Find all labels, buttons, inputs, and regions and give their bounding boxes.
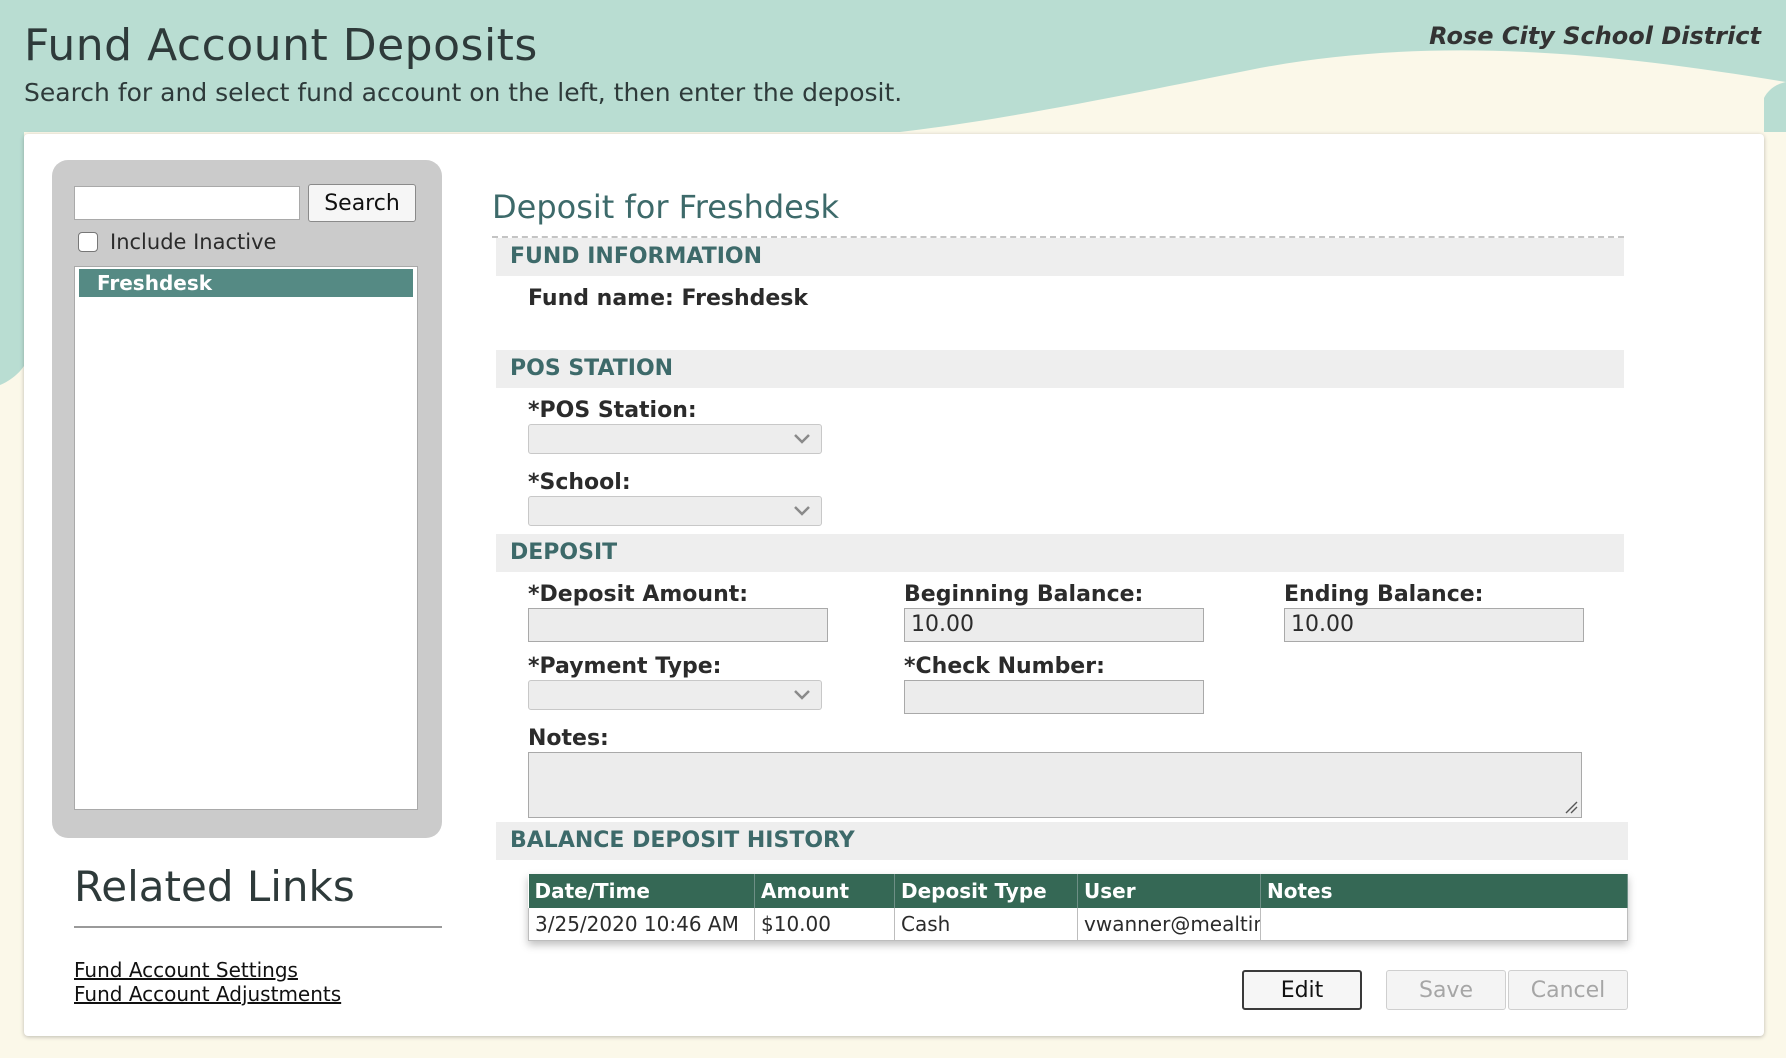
page-title: Fund Account Deposits [24, 20, 538, 71]
chevron-down-icon [794, 506, 810, 516]
page-subtitle: Search for and select fund account on th… [24, 78, 903, 107]
check-number-label: *Check Number: [904, 654, 1105, 679]
deposit-history-table: Date/Time Amount Deposit Type User Notes… [528, 874, 1628, 941]
deposit-amount-input[interactable] [528, 608, 828, 642]
district-name: Rose City School District [1429, 22, 1761, 50]
main-panel: Search Include Inactive Freshdesk Relate… [24, 134, 1764, 1036]
cell-user: vwanner@mealtim [1077, 908, 1261, 941]
fund-list[interactable]: Freshdesk [74, 266, 418, 810]
fund-name-label: Fund name: Freshdesk [528, 286, 809, 311]
notes-label: Notes: [528, 726, 609, 751]
fund-account-adjustments-link[interactable]: Fund Account Adjustments [74, 982, 341, 1006]
fund-information-header: FUND INFORMATION [496, 238, 1624, 276]
pos-station-select[interactable] [528, 424, 822, 454]
include-inactive-checkbox[interactable] [78, 232, 98, 252]
table-header-row: Date/Time Amount Deposit Type User Notes [528, 874, 1628, 908]
fund-account-settings-link[interactable]: Fund Account Settings [74, 958, 298, 982]
column-header-user[interactable]: User [1077, 874, 1261, 908]
payment-type-select[interactable] [528, 680, 822, 710]
beginning-balance-label: Beginning Balance: [904, 582, 1144, 607]
related-links-divider [74, 926, 442, 928]
fund-search-panel: Search Include Inactive Freshdesk [52, 160, 442, 838]
column-header-datetime[interactable]: Date/Time [528, 874, 755, 908]
column-header-amount[interactable]: Amount [754, 874, 895, 908]
resize-grip-icon[interactable] [1564, 800, 1578, 814]
pos-station-label: *POS Station: [528, 398, 697, 423]
chevron-down-icon [794, 690, 810, 700]
edit-button[interactable]: Edit [1242, 970, 1362, 1010]
search-input[interactable] [74, 186, 300, 220]
deposit-amount-label: *Deposit Amount: [528, 582, 749, 607]
chevron-down-icon [794, 434, 810, 444]
include-inactive-row[interactable]: Include Inactive [78, 230, 276, 254]
beginning-balance-field: 10.00 [904, 608, 1204, 642]
search-button[interactable]: Search [308, 184, 416, 222]
school-label: *School: [528, 470, 631, 495]
balance-deposit-history-header: BALANCE DEPOSIT HISTORY [496, 822, 1628, 860]
include-inactive-label: Include Inactive [110, 230, 277, 254]
school-select[interactable] [528, 496, 822, 526]
deposit-header: DEPOSIT [496, 534, 1624, 572]
cell-amount: $10.00 [754, 908, 895, 941]
notes-textarea[interactable] [528, 752, 1582, 818]
ending-balance-label: Ending Balance: [1284, 582, 1484, 607]
deposit-title: Deposit for Freshdesk [492, 188, 840, 226]
related-links-title: Related Links [74, 862, 355, 911]
column-header-deposit-type[interactable]: Deposit Type [894, 874, 1078, 908]
save-button[interactable]: Save [1386, 970, 1506, 1010]
list-item-freshdesk[interactable]: Freshdesk [79, 269, 413, 297]
column-header-notes[interactable]: Notes [1260, 874, 1628, 908]
table-row[interactable]: 3/25/2020 10:46 AM $10.00 Cash vwanner@m… [528, 908, 1628, 941]
pos-station-header: POS STATION [496, 350, 1624, 388]
check-number-input[interactable] [904, 680, 1204, 714]
ending-balance-field: 10.00 [1284, 608, 1584, 642]
cell-deposit-type: Cash [894, 908, 1078, 941]
cell-datetime: 3/25/2020 10:46 AM [528, 908, 755, 941]
cancel-button[interactable]: Cancel [1508, 970, 1628, 1010]
payment-type-label: *Payment Type: [528, 654, 722, 679]
cell-notes [1260, 908, 1628, 941]
